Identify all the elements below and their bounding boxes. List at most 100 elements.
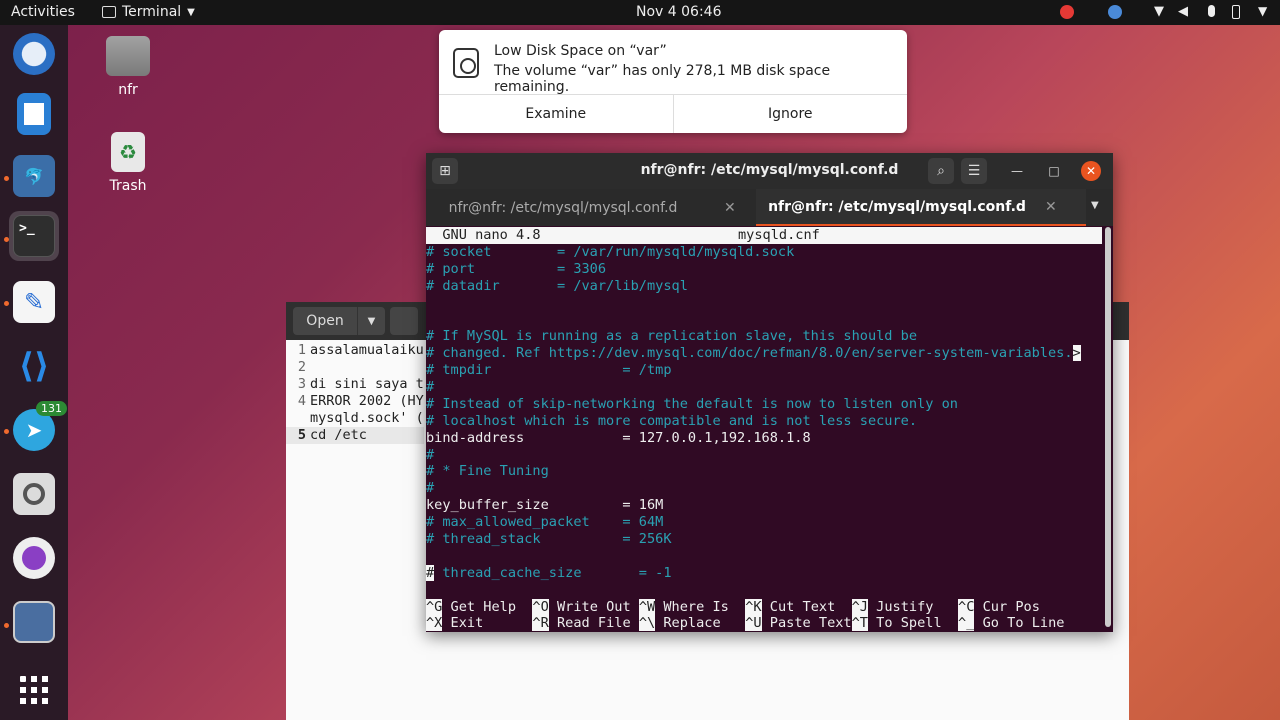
hamburger-menu-icon: ☰ [967, 163, 981, 179]
dock-telegram[interactable]: ➤ 131 [9, 401, 67, 455]
line-text: # tmpdir = /tmp [426, 362, 672, 379]
config-line: key_buffer_size = 16M [426, 497, 1102, 514]
menu-button[interactable]: ☰ [961, 158, 987, 184]
ignore-button[interactable]: Ignore [672, 95, 908, 133]
editor-line: mysqld.sock' ( [286, 410, 424, 427]
dock-recorder[interactable] [9, 597, 59, 647]
config-line: # [426, 447, 1102, 464]
tab-label: nfr@nfr: /etc/mysql/mysql.conf.d [768, 198, 1026, 215]
trash-label: Trash [109, 178, 147, 194]
app-menu-label: Terminal [122, 4, 182, 20]
dock-vscode[interactable]: ⟨⟩ [9, 341, 59, 391]
shortcut-label: Cut Text [761, 598, 852, 615]
camera-icon [13, 537, 55, 579]
line-number: 5 [297, 427, 306, 443]
line-text: # localhost which is more compatible and… [426, 412, 918, 429]
line-text: # changed. Ref https://dev.mysql.com/doc… [426, 345, 1073, 362]
line-text: cd /etc [310, 427, 367, 443]
show-applications-button[interactable] [9, 665, 59, 715]
dock-terminal[interactable]: >_ [9, 211, 59, 261]
shortcut-label: Paste Text [761, 615, 852, 632]
line-text: # [426, 480, 435, 497]
desktop-trash[interactable]: ♻ Trash [93, 132, 163, 194]
shortcut-label: Write Out [548, 598, 639, 615]
close-tab-icon[interactable]: ✕ [724, 200, 736, 216]
terminal-scrollbar[interactable] [1105, 227, 1111, 627]
shortcut-key: ^X [426, 615, 443, 632]
config-line: # * Fine Tuning [426, 463, 1102, 480]
config-line [426, 311, 1102, 328]
minimize-button[interactable]: — [1007, 161, 1027, 181]
battery-icon[interactable] [1232, 5, 1240, 19]
text-editor-icon: ✎ [13, 281, 55, 323]
nano-header: GNU nano 4.8 mysqld.cnf [426, 227, 1102, 244]
line-text: # thread_stack = 256K [426, 531, 672, 548]
dock-screenshot[interactable] [9, 469, 59, 519]
config-line [426, 548, 1102, 565]
line-text: # datadir = /var/lib/mysql [426, 277, 688, 294]
notification-actions: Examine Ignore [439, 94, 907, 133]
thunderbird-icon [13, 33, 55, 75]
line-text: # If MySQL is running as a replication s… [426, 328, 918, 345]
shortcut-label: Justify [868, 598, 959, 615]
editor-line: 2 [286, 359, 424, 376]
search-icon: ⌕ [937, 163, 945, 179]
activities-button[interactable]: Activities [11, 4, 75, 20]
shortcut-key: ^R [532, 615, 549, 632]
power-icon[interactable]: ▼ [1258, 4, 1267, 18]
config-line [426, 582, 1102, 599]
dock-text-editor[interactable]: ✎ [9, 277, 59, 327]
clock[interactable]: Nov 4 06:46 [636, 4, 721, 20]
chevron-down-icon[interactable]: ▼ [358, 316, 385, 327]
close-tab-icon[interactable]: ✕ [1045, 199, 1057, 215]
line-text: # * Fine Tuning [426, 463, 549, 480]
line-text: # socket = /var/run/mysqld/mysqld.sock [426, 243, 795, 260]
tab-list-chevron-icon[interactable]: ▼ [1091, 200, 1099, 211]
record-indicator-icon[interactable] [1060, 5, 1074, 19]
line-text: assalamualaiku [310, 342, 424, 358]
home-folder-label: nfr [118, 82, 138, 98]
config-line: # thread_stack = 256K [426, 531, 1102, 548]
config-line: # [426, 379, 1102, 396]
dock-thunderbird[interactable] [9, 29, 59, 79]
nano-version: GNU nano 4.8 [426, 227, 541, 243]
low-disk-notification: Low Disk Space on “var” The volume “var”… [439, 30, 907, 133]
chrome-indicator-icon[interactable] [1108, 5, 1122, 19]
disk-drive-icon [453, 48, 479, 78]
magnifier-icon [13, 473, 55, 515]
chevron-down-icon: ▼ [187, 6, 195, 18]
notification-body: The volume “var” has only 278,1 MB disk … [494, 63, 831, 95]
line-number: 1 [297, 342, 306, 358]
nano-shortcut-row: ^G Get Help ^O Write Out ^W Where Is ^K … [426, 598, 1102, 616]
telegram-unread-badge: 131 [36, 401, 67, 416]
terminal-tab-1[interactable]: nfr@nfr: /etc/mysql/mysql.conf.d ✕ [426, 189, 756, 226]
wifi-icon[interactable]: ▼ [1154, 4, 1164, 19]
microphone-icon[interactable] [1208, 5, 1215, 17]
desktop-home-folder[interactable]: nfr [93, 36, 163, 98]
terminal-tab-2[interactable]: nfr@nfr: /etc/mysql/mysql.conf.d ✕ [756, 189, 1086, 226]
config-line: # changed. Ref https://dev.mysql.com/doc… [426, 345, 1102, 362]
shortcut-label: Get Help [442, 598, 533, 615]
open-button[interactable]: Open ▼ [293, 307, 385, 335]
app-menu[interactable]: Terminal ▼ [102, 4, 195, 20]
close-button[interactable]: ✕ [1081, 161, 1101, 181]
line-text: di sini saya t [310, 376, 424, 392]
new-document-button[interactable] [390, 307, 418, 335]
editor-line: 5 cd /etc [286, 427, 424, 444]
line-text: # [426, 446, 435, 463]
shortcut-key: ^U [745, 615, 762, 632]
editor-text-area[interactable]: 1 assalamualaiku 2 3 di sini saya t 4 ERROR 20… [286, 342, 424, 444]
dock-writer[interactable] [9, 89, 59, 139]
search-button[interactable]: ⌕ [928, 158, 954, 184]
examine-button[interactable]: Examine [439, 95, 673, 133]
maximize-button[interactable]: □ [1044, 161, 1064, 181]
terminal-titlebar[interactable]: ⊞ nfr@nfr: /etc/mysql/mysql.conf.d ⌕ ☰ —… [426, 153, 1113, 189]
shortcut-key: ^W [638, 598, 656, 615]
volume-icon[interactable]: ◀ [1178, 4, 1188, 19]
nano-editor-screen[interactable]: GNU nano 4.8 mysqld.cnf # socket = /var/ru… [426, 227, 1102, 632]
terminal-tab-bar: nfr@nfr: /etc/mysql/mysql.conf.d ✕ nfr@n… [426, 189, 1113, 226]
dock-cheese[interactable] [9, 533, 59, 583]
vscode-icon: ⟨⟩ [18, 346, 50, 386]
dock-mysql-workbench[interactable]: 🐬 [9, 151, 59, 201]
config-line: # localhost which is more compatible and… [426, 413, 1102, 430]
